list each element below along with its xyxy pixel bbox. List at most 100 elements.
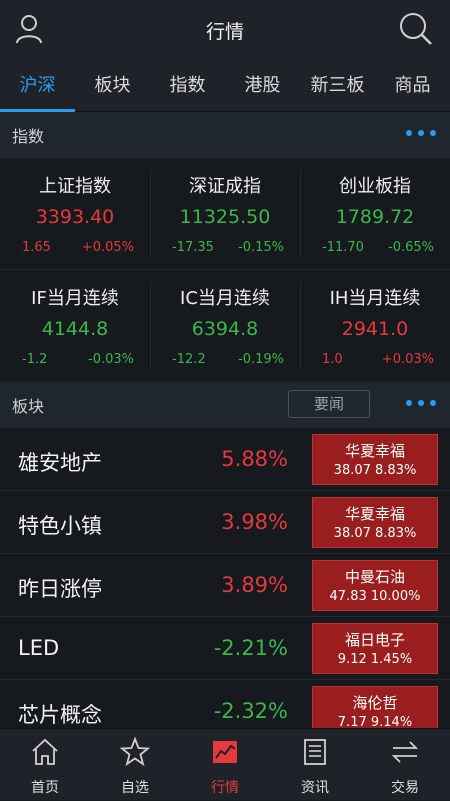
index-name: 创业板指	[339, 176, 411, 197]
index-name: IH当月连续	[329, 288, 421, 309]
bottom-nav: 首页 自选 行情 资讯 交易	[0, 728, 450, 800]
index-percent: -0.65%	[388, 240, 434, 255]
list-item[interactable]: 特色小镇 3.98% 华夏幸福 38.07 8.83%	[0, 491, 450, 554]
tab-sectors[interactable]: 板块	[75, 60, 150, 112]
sector-name: 特色小镇	[18, 514, 102, 538]
nav-market[interactable]: 行情	[180, 729, 270, 801]
leading-stock[interactable]: 中曼石油 47.83 10.00%	[312, 560, 438, 611]
divider	[150, 282, 151, 370]
index-percent: -0.19%	[238, 352, 284, 367]
index-percent: +0.05%	[81, 240, 134, 255]
tab-commodities[interactable]: 商品	[375, 60, 450, 112]
more-icon[interactable]	[406, 130, 436, 136]
sector-name: LED	[18, 636, 60, 660]
index-value: 6394.8	[191, 318, 259, 340]
stock-info: 38.07 8.83%	[333, 463, 417, 478]
user-icon[interactable]	[14, 13, 44, 49]
index-card[interactable]: 创业板指 1789.72 -11.70 -0.65%	[300, 158, 450, 270]
list-item[interactable]: LED -2.21% 福日电子 9.12 1.45%	[0, 617, 450, 680]
list-item[interactable]: 芯片概念 -2.32% 海伦哲 7.17 9.14%	[0, 680, 450, 728]
sector-percent: -2.32%	[213, 699, 288, 723]
sector-percent: 3.98%	[221, 510, 288, 534]
sector-percent: 3.89%	[221, 573, 288, 597]
star-icon	[120, 737, 150, 767]
divider	[300, 282, 301, 370]
tab-shanghai-shenzhen[interactable]: 沪深	[0, 60, 75, 112]
more-icon[interactable]	[406, 400, 436, 406]
index-value: 11325.50	[179, 206, 271, 228]
index-grid: 上证指数 3393.40 1.65 +0.05% 深证成指 11325.50 -…	[0, 158, 450, 382]
sector-percent: -2.21%	[213, 636, 288, 660]
list-item[interactable]: 雄安地产 5.88% 华夏幸福 38.07 8.83%	[0, 428, 450, 491]
nav-label: 行情	[211, 780, 239, 796]
index-card[interactable]: IF当月连续 4144.8 -1.2 -0.03%	[0, 270, 150, 382]
nav-watchlist[interactable]: 自选	[90, 729, 180, 801]
index-name: IC当月连续	[180, 288, 270, 309]
index-change: -12.2	[172, 352, 206, 367]
sector-section-header: 板块 要闻	[0, 382, 450, 428]
index-card[interactable]: 上证指数 3393.40 1.65 +0.05%	[0, 158, 150, 270]
index-card[interactable]: IH当月连续 2941.0 1.0 +0.03%	[300, 270, 450, 382]
sector-section-title: 板块	[12, 397, 45, 416]
stock-name: 华夏幸福	[344, 505, 405, 523]
sector-list: 雄安地产 5.88% 华夏幸福 38.07 8.83% 特色小镇 3.98% 华…	[0, 428, 450, 728]
nav-label: 交易	[391, 780, 419, 796]
stock-name: 中曼石油	[344, 568, 405, 586]
index-section-title: 指数	[12, 127, 45, 146]
index-value: 1789.72	[335, 206, 415, 228]
leading-stock[interactable]: 华夏幸福 38.07 8.83%	[312, 434, 438, 485]
stock-info: 9.12 1.45%	[337, 652, 413, 667]
sector-percent: 5.88%	[221, 447, 288, 471]
index-change: 1.0	[322, 352, 343, 367]
leading-stock[interactable]: 华夏幸福 38.07 8.83%	[312, 497, 438, 548]
nav-home[interactable]: 首页	[0, 729, 90, 801]
index-percent: +0.03%	[381, 352, 434, 367]
stock-name: 海伦哲	[352, 694, 398, 712]
sector-name: 芯片概念	[18, 703, 102, 727]
top-bar: 行情	[0, 0, 450, 60]
stock-info: 47.83 10.00%	[329, 589, 421, 604]
divider	[150, 170, 151, 258]
home-icon	[32, 738, 58, 765]
index-name: IF当月连续	[31, 288, 119, 309]
index-value: 2941.0	[341, 318, 409, 340]
index-name: 深证成指	[189, 176, 261, 197]
index-percent: -0.15%	[238, 240, 284, 255]
nav-news[interactable]: 资讯	[270, 729, 360, 801]
nav-label: 首页	[31, 780, 59, 796]
divider	[300, 170, 301, 258]
chart-icon	[213, 741, 237, 763]
leading-stock[interactable]: 海伦哲 7.17 9.14%	[312, 686, 438, 728]
index-change: -1.2	[22, 352, 48, 367]
index-change: -17.35	[172, 240, 214, 255]
nav-trade[interactable]: 交易	[360, 729, 450, 801]
sector-name: 雄安地产	[18, 451, 102, 475]
market-tabs: 沪深 板块 指数 港股 新三板 商品	[0, 60, 450, 112]
nav-label: 资讯	[301, 780, 329, 796]
divider	[0, 269, 450, 270]
index-name: 上证指数	[39, 176, 111, 197]
leading-stock[interactable]: 福日电子 9.12 1.45%	[312, 623, 438, 674]
stock-name: 华夏幸福	[344, 442, 405, 460]
index-card[interactable]: IC当月连续 6394.8 -12.2 -0.19%	[150, 270, 300, 382]
list-item[interactable]: 昨日涨停 3.89% 中曼石油 47.83 10.00%	[0, 554, 450, 617]
index-section-header: 指数	[0, 112, 450, 158]
stock-info: 7.17 9.14%	[337, 715, 413, 728]
trade-icon	[391, 741, 419, 763]
index-value: 4144.8	[41, 318, 109, 340]
index-value: 3393.40	[35, 206, 115, 228]
sector-name: 昨日涨停	[18, 577, 102, 601]
news-button[interactable]: 要闻	[288, 390, 370, 418]
news-icon	[304, 739, 326, 765]
tab-new-third-board[interactable]: 新三板	[300, 60, 375, 112]
search-icon[interactable]	[398, 11, 434, 51]
index-percent: -0.03%	[88, 352, 134, 367]
index-change: 1.65	[22, 240, 51, 255]
page-title: 行情	[205, 20, 244, 43]
nav-label: 自选	[121, 780, 149, 796]
index-card[interactable]: 深证成指 11325.50 -17.35 -0.15%	[150, 158, 300, 270]
tab-indices[interactable]: 指数	[150, 60, 225, 112]
index-change: -11.70	[322, 240, 364, 255]
stock-info: 38.07 8.83%	[333, 526, 417, 541]
tab-hk-stocks[interactable]: 港股	[225, 60, 300, 112]
